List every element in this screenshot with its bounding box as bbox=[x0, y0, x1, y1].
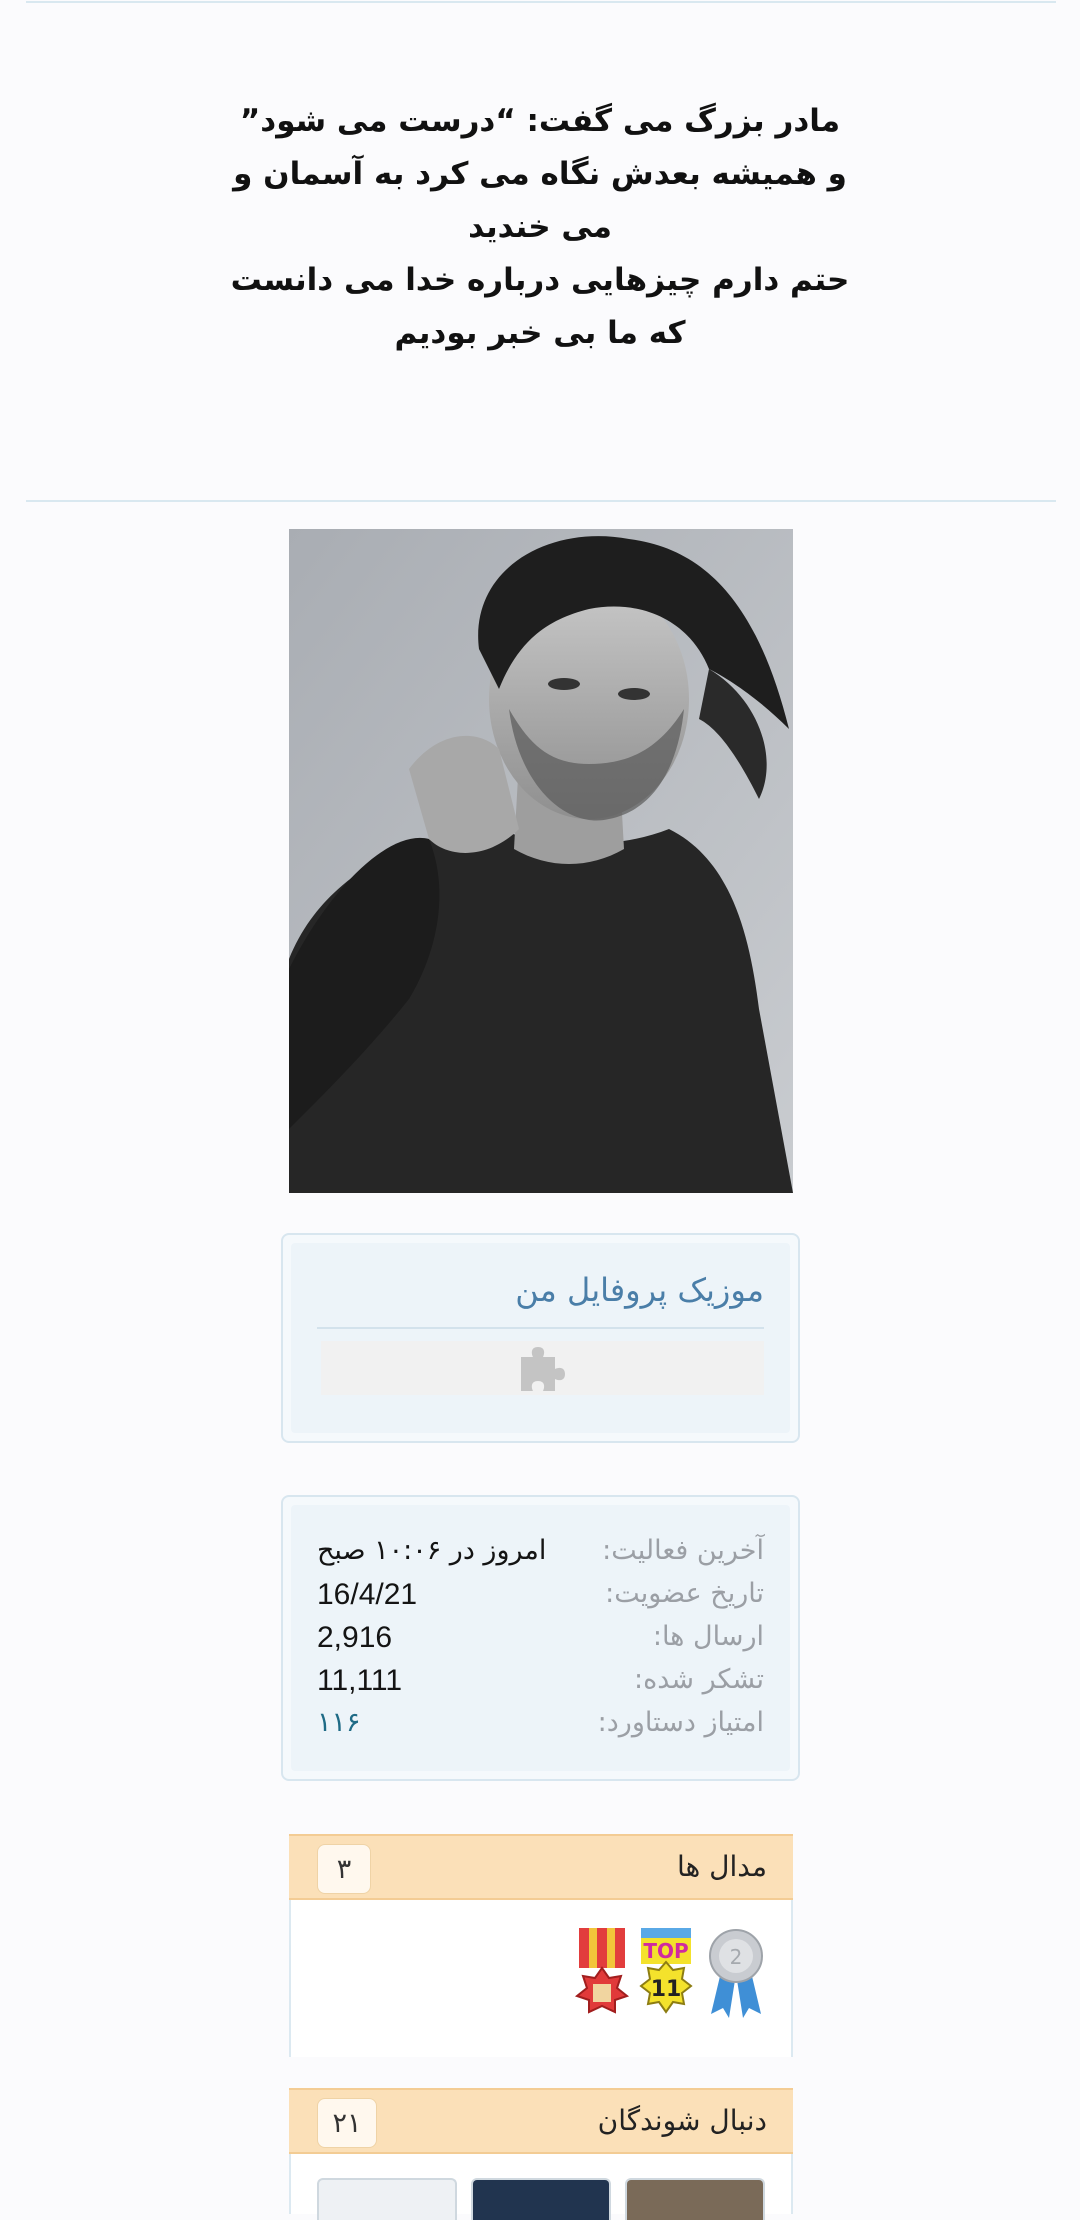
info-label: ارسال ها: bbox=[652, 1621, 764, 1652]
medals-header[interactable]: مدال ها ۳ bbox=[289, 1834, 793, 1900]
top-11-badge-icon[interactable]: TOP 11 bbox=[637, 1928, 695, 2020]
quote-line: مادر بزرگ می گفت: “درست می شود” bbox=[239, 103, 841, 139]
info-row-posts: ارسال ها: 2,916 bbox=[317, 1621, 764, 1661]
divider bbox=[317, 1327, 764, 1329]
followers-count-badge: ۲۱ bbox=[317, 2098, 377, 2148]
followers-section: دنبال شوندگان ۲۱ bbox=[289, 2088, 793, 2220]
thanks-count-value: 11,111 bbox=[317, 1664, 403, 1697]
user-info-box: آخرین فعالیت: امروز در ۱۰:۰۶ صبح تاریخ ع… bbox=[281, 1495, 800, 1781]
followers-title: دنبال شوندگان bbox=[597, 2104, 767, 2137]
medals-list: 2 TOP 11 bbox=[289, 1900, 793, 2057]
last-activity-value: امروز در ۱۰:۰۶ صبح bbox=[317, 1535, 547, 1566]
badge-top-text: TOP bbox=[643, 1939, 688, 1963]
quote-line: می خندید bbox=[468, 209, 612, 245]
info-label: امتیاز دستاورد: bbox=[597, 1707, 764, 1738]
follower-avatar[interactable] bbox=[317, 2178, 457, 2220]
info-label: تشکر شده: bbox=[633, 1664, 764, 1695]
info-label: آخرین فعالیت: bbox=[602, 1535, 764, 1566]
top-divider bbox=[26, 1, 1056, 3]
puzzle-piece-icon bbox=[520, 1347, 565, 1391]
posts-count-value: 2,916 bbox=[317, 1621, 393, 1654]
medals-section: مدال ها ۳ 2 TOP 11 bbox=[289, 1834, 793, 2057]
quote-line: و همیشه بعدش نگاه می کرد به آسمان و bbox=[233, 156, 847, 192]
music-player-placeholder[interactable] bbox=[321, 1341, 764, 1395]
follower-avatar[interactable] bbox=[471, 2178, 611, 2220]
followers-list bbox=[289, 2154, 793, 2220]
info-label: تاریخ عضویت: bbox=[605, 1578, 764, 1609]
info-row-achievement-points: امتیاز دستاورد: ۱۱۶ bbox=[317, 1707, 764, 1747]
red-cross-medal-icon[interactable] bbox=[573, 1928, 631, 2020]
medals-count-badge: ۳ bbox=[317, 1844, 371, 1894]
profile-photo[interactable] bbox=[289, 529, 793, 1193]
join-date-value: 16/4/21 bbox=[317, 1578, 418, 1611]
info-row-thanks: تشکر شده: 11,111 bbox=[317, 1664, 764, 1704]
svg-text:2: 2 bbox=[730, 1945, 743, 1969]
profile-music-title: موزیک پروفایل من bbox=[515, 1271, 764, 1309]
portrait-image bbox=[289, 529, 793, 1193]
achievement-points-link[interactable]: ۱۱۶ bbox=[317, 1707, 361, 1738]
medals-title: مدال ها bbox=[676, 1850, 767, 1883]
signature-divider bbox=[26, 500, 1056, 502]
silver-medal-icon[interactable]: 2 bbox=[707, 1928, 765, 2020]
followers-header[interactable]: دنبال شوندگان ۲۱ bbox=[289, 2088, 793, 2154]
signature-quote: مادر بزرگ می گفت: “درست می شود” و همیشه … bbox=[140, 95, 940, 360]
info-row-join-date: تاریخ عضویت: 16/4/21 bbox=[317, 1578, 764, 1618]
quote-line: که ما بی خبر بودیم bbox=[394, 315, 686, 351]
follower-avatar[interactable] bbox=[625, 2178, 765, 2220]
badge-num-text: 11 bbox=[651, 1977, 682, 2002]
quote-line: حتم دارم چیزهایی درباره خدا می دانست bbox=[230, 262, 850, 298]
profile-music-box: موزیک پروفایل من bbox=[281, 1233, 800, 1443]
info-row-last-activity: آخرین فعالیت: امروز در ۱۰:۰۶ صبح bbox=[317, 1535, 764, 1575]
